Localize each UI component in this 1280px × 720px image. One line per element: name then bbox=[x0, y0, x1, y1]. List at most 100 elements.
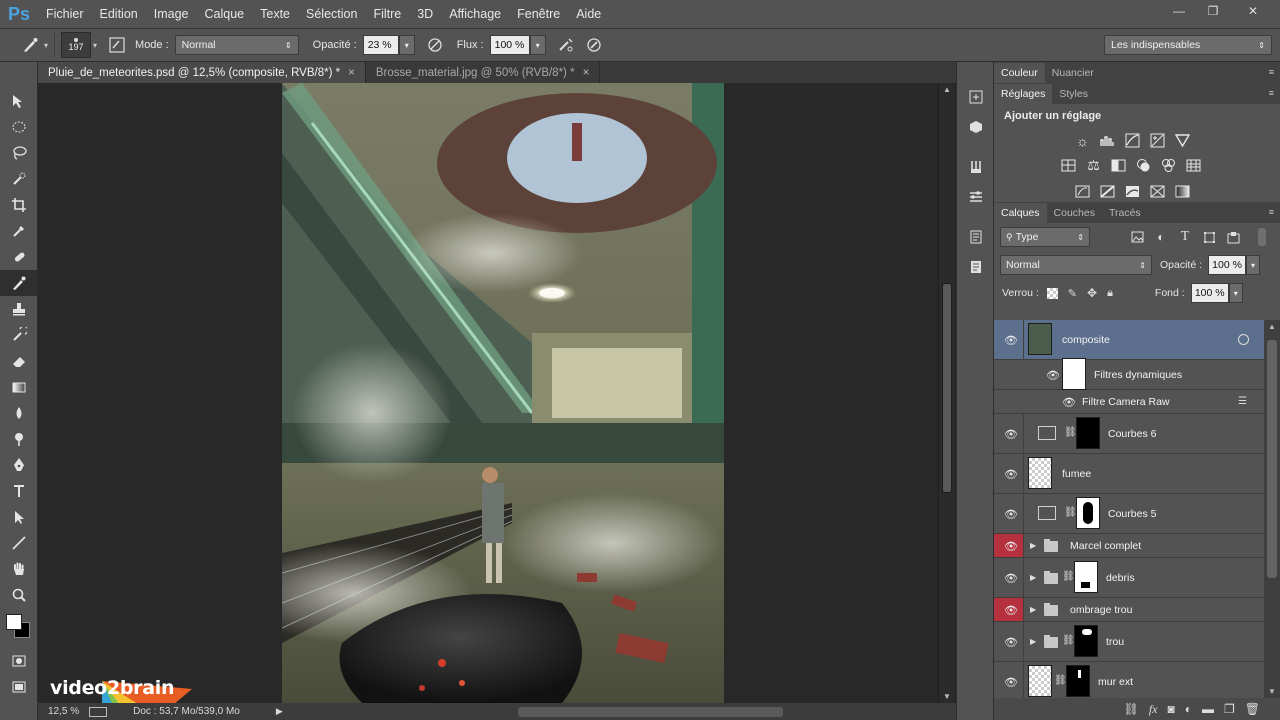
flux-dropdown-icon[interactable]: ▾ bbox=[529, 35, 546, 55]
brush-preset-picker[interactable]: 197 bbox=[61, 32, 92, 58]
workspace-select[interactable]: Les indispensables ⇕ bbox=[1104, 35, 1272, 55]
paragraph-panel-icon[interactable] bbox=[957, 222, 995, 252]
menu-affichage[interactable]: Affichage bbox=[441, 0, 509, 28]
lock-pixels-icon[interactable]: ✎ bbox=[1068, 287, 1077, 300]
new-layer-icon[interactable]: ❐ bbox=[1224, 702, 1235, 716]
photo-filter-icon[interactable] bbox=[1135, 157, 1152, 174]
delete-layer-icon[interactable]: 🗑︎ bbox=[1245, 702, 1260, 716]
exposure-icon[interactable] bbox=[1149, 132, 1166, 149]
layer-fumee[interactable]: 👁︎ fumee bbox=[994, 454, 1264, 494]
tab-calques[interactable]: Calques bbox=[994, 203, 1047, 223]
tab-couleur[interactable]: Couleur bbox=[994, 63, 1045, 83]
blur-tool-icon[interactable] bbox=[0, 400, 38, 426]
zoom-level[interactable]: 12,5 % bbox=[48, 706, 79, 717]
move-tool-icon[interactable] bbox=[0, 88, 38, 114]
selective-color-icon[interactable] bbox=[1149, 183, 1166, 200]
eye-icon[interactable]: 👁︎ bbox=[1002, 505, 1020, 523]
layers-scrollbar[interactable]: ▲ ▼ bbox=[1264, 320, 1280, 698]
pen-tool-icon[interactable] bbox=[0, 452, 38, 478]
visibility-cell[interactable]: 👁︎ bbox=[994, 598, 1024, 621]
filter-toggle-switch[interactable] bbox=[1258, 228, 1266, 246]
curves-icon[interactable] bbox=[1124, 132, 1141, 149]
close-tab-icon[interactable]: × bbox=[348, 67, 355, 79]
color-balance-icon[interactable]: ⚖ bbox=[1085, 157, 1102, 174]
visibility-cell[interactable]: 👁︎ bbox=[994, 414, 1024, 453]
eye-icon[interactable]: 👁︎ bbox=[1002, 537, 1020, 555]
tab-brosse-material[interactable]: Brosse_material.jpg @ 50% (RVB/8*) * × bbox=[366, 62, 601, 83]
minimize-button[interactable]: — bbox=[1164, 2, 1194, 20]
eye-icon[interactable]: 👁︎ bbox=[1002, 633, 1020, 651]
tab-pluie-de-meteorites[interactable]: Pluie_de_meteorites.psd @ 12,5% (composi… bbox=[38, 62, 366, 83]
opacity-input[interactable]: 23 % bbox=[362, 35, 399, 55]
quick-mask-icon[interactable] bbox=[0, 648, 38, 674]
blend-mode-select[interactable]: Normal ⇕ bbox=[1000, 255, 1152, 275]
eye-icon[interactable]: 👁︎ bbox=[1044, 366, 1062, 384]
menu-filtre[interactable]: Filtre bbox=[365, 0, 409, 28]
eye-icon[interactable]: 👁︎ bbox=[1060, 393, 1078, 411]
quick-selection-tool-icon[interactable] bbox=[0, 166, 38, 192]
scrollbar-thumb[interactable] bbox=[942, 283, 952, 493]
filter-type-icon[interactable]: T bbox=[1176, 228, 1194, 246]
layer-group-ombrage-trou[interactable]: 👁︎ ▶ ombrage trou bbox=[994, 598, 1264, 622]
visibility-cell[interactable]: 👁︎ bbox=[994, 534, 1024, 557]
visibility-cell[interactable]: 👁︎ bbox=[994, 320, 1024, 359]
threshold-icon[interactable] bbox=[1124, 183, 1141, 200]
layer-mur-ext[interactable]: 👁︎ ⛓︎ mur ext bbox=[994, 662, 1264, 698]
eyedropper-tool-icon[interactable] bbox=[0, 218, 38, 244]
menu-image[interactable]: Image bbox=[146, 0, 197, 28]
properties-panel-icon[interactable] bbox=[957, 182, 995, 212]
eye-icon[interactable]: 👁︎ bbox=[1002, 569, 1020, 587]
close-window-button[interactable]: ✕ bbox=[1232, 2, 1274, 20]
layer-opacity-input[interactable]: 100 % bbox=[1208, 255, 1247, 275]
tab-styles[interactable]: Styles bbox=[1052, 84, 1095, 104]
crop-tool-icon[interactable] bbox=[0, 192, 38, 218]
brush-presets-icon[interactable] bbox=[957, 152, 995, 182]
eye-icon[interactable]: 👁︎ bbox=[1002, 601, 1020, 619]
history-panel-icon[interactable] bbox=[957, 82, 995, 112]
gradient-tool-icon[interactable] bbox=[0, 374, 38, 400]
brush-tool-icon[interactable] bbox=[18, 33, 42, 57]
layer-style-fx-icon[interactable]: fx bbox=[1149, 702, 1158, 717]
hue-saturation-icon[interactable] bbox=[1060, 157, 1077, 174]
eye-icon[interactable]: 👁︎ bbox=[1002, 673, 1020, 691]
visibility-cell[interactable]: 👁︎ bbox=[994, 558, 1024, 597]
close-tab-icon[interactable]: × bbox=[583, 67, 590, 79]
layer-courbes-5[interactable]: 👁︎ ⛓︎ Courbes 5 bbox=[994, 494, 1264, 534]
filter-smart-object-icon[interactable] bbox=[1224, 228, 1242, 246]
layer-smart-filters[interactable]: 👁︎ Filtres dynamiques bbox=[994, 358, 1264, 390]
new-group-icon[interactable]: ▬ bbox=[1202, 702, 1214, 716]
brush-picker-arrow-icon[interactable]: ▾ bbox=[93, 41, 97, 50]
layer-group-trou[interactable]: 👁︎ ▶ ⛓︎ trou bbox=[994, 622, 1264, 662]
vibrance-icon[interactable] bbox=[1174, 132, 1191, 149]
tab-traces[interactable]: Tracés bbox=[1102, 203, 1148, 223]
layer-group-marcel-complet[interactable]: 👁︎ ▶ Marcel complet bbox=[994, 534, 1264, 558]
panel-menu-icon[interactable]: ≡ bbox=[1269, 67, 1274, 77]
posterize-icon[interactable] bbox=[1099, 183, 1116, 200]
expand-arrow-icon[interactable]: ▶ bbox=[1030, 541, 1036, 550]
menu-fenetre[interactable]: Fenêtre bbox=[509, 0, 568, 28]
pressure-opacity-icon[interactable] bbox=[423, 33, 447, 57]
airbrush-icon[interactable] bbox=[554, 33, 578, 57]
levels-icon[interactable] bbox=[1099, 132, 1116, 149]
status-menu-arrow-icon[interactable]: ▶ bbox=[276, 706, 283, 717]
layer-camera-raw-filter[interactable]: 👁︎ Filtre Camera Raw ☰ bbox=[994, 390, 1264, 414]
visibility-cell[interactable]: 👁︎ bbox=[994, 662, 1024, 698]
layer-composite[interactable]: 👁︎ composite bbox=[994, 320, 1264, 360]
mode-select[interactable]: Normal ⇕ bbox=[174, 35, 299, 55]
new-adjustment-layer-icon[interactable]: ◐ bbox=[1185, 702, 1192, 716]
document-image[interactable] bbox=[282, 83, 724, 703]
marquee-tool-icon[interactable] bbox=[0, 114, 38, 140]
dodge-tool-icon[interactable] bbox=[0, 426, 38, 452]
color-lookup-icon[interactable] bbox=[1185, 157, 1202, 174]
panel-menu-icon[interactable]: ≡ bbox=[1269, 207, 1274, 217]
canvas-area[interactable]: video2brain bbox=[38, 83, 938, 703]
canvas-vertical-scrollbar[interactable]: ▲ ▼ bbox=[938, 83, 954, 703]
tool-preset-arrow-icon[interactable]: ▾ bbox=[44, 41, 48, 50]
lock-transparency-icon[interactable] bbox=[1046, 287, 1058, 299]
healing-brush-tool-icon[interactable] bbox=[0, 244, 38, 270]
3d-panel-icon[interactable] bbox=[957, 112, 995, 142]
brightness-contrast-icon[interactable]: ☼ bbox=[1074, 132, 1091, 149]
menu-selection[interactable]: Sélection bbox=[298, 0, 365, 28]
filter-options-icon[interactable]: ☰ bbox=[1238, 396, 1247, 407]
scroll-down-icon[interactable]: ▼ bbox=[1268, 687, 1276, 696]
